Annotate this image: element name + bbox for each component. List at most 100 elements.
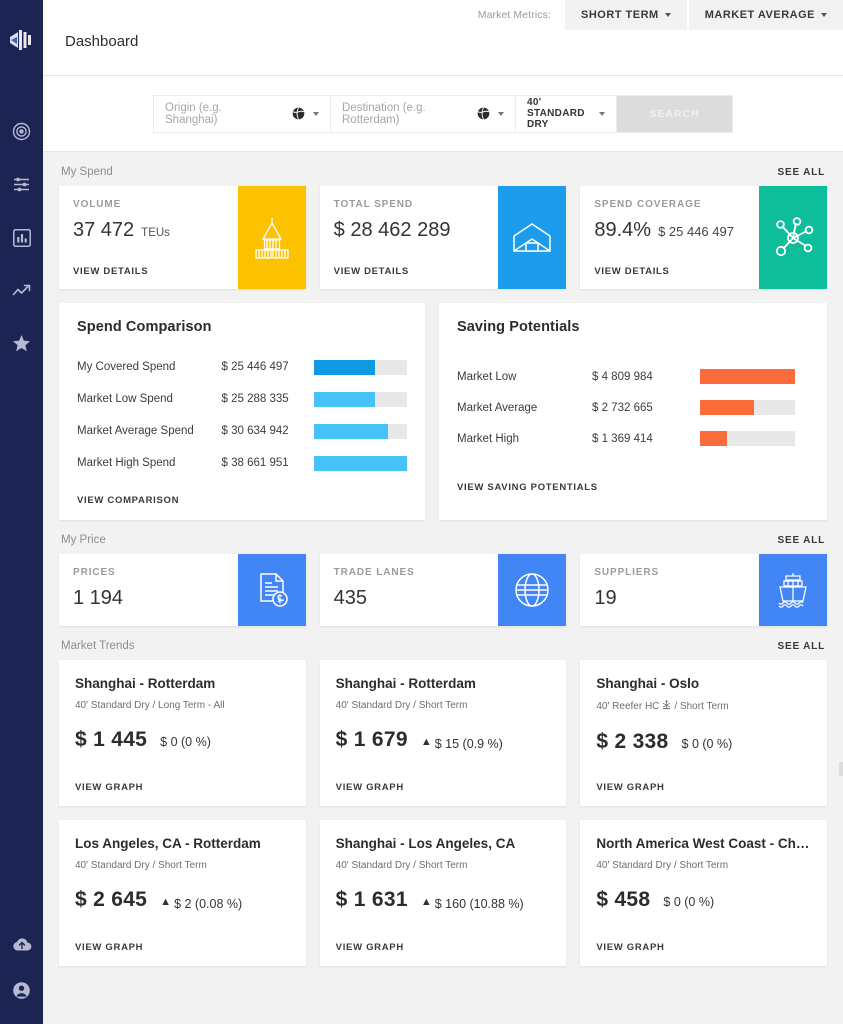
trend-meta-text-2: / Short Term — [674, 701, 729, 712]
market-metrics-label: Market Metrics: — [477, 9, 551, 21]
prices-card[interactable]: PRICES 1 194 — [59, 554, 306, 626]
trend-price: $ 2 645 — [75, 888, 148, 911]
trending-up-icon — [12, 283, 32, 299]
my-price-header: My Price SEE ALL — [59, 520, 827, 554]
origin-input[interactable]: Origin (e.g. Shanghai) — [154, 95, 331, 132]
volume-card[interactable]: VOLUME 37 472 TEUs VIEW DETAILS — [59, 186, 306, 289]
arrow-up-icon: ▲ — [420, 736, 432, 748]
market-trends-title: Market Trends — [61, 640, 135, 652]
saving-potentials-panel: Saving Potentials Market Low $ 4 809 984… — [439, 303, 827, 520]
view-details-link[interactable]: VIEW DETAILS — [334, 266, 499, 277]
my-price-see-all[interactable]: SEE ALL — [778, 535, 825, 546]
market-average-label: MARKET AVERAGE — [704, 9, 815, 21]
view-comparison-link[interactable]: VIEW COMPARISON — [77, 495, 407, 506]
trade-lanes-card[interactable]: TRADE LANES 435 — [319, 554, 567, 626]
table-row: Market Average $ 2 732 665 — [457, 392, 809, 423]
trend-card[interactable]: Shanghai - Los Angeles, CA 40' Standard … — [319, 820, 567, 966]
search-button[interactable]: SEARCH — [617, 95, 732, 132]
suppliers-card[interactable]: SUPPLIERS 19 — [580, 554, 828, 626]
sidebar-item-filters[interactable] — [0, 158, 43, 211]
chevron-down-icon — [821, 13, 827, 17]
table-row: Market Low $ 4 809 984 — [457, 361, 809, 392]
chevron-down-icon[interactable] — [313, 111, 319, 116]
destination-placeholder: Destination (e.g. Rotterdam) — [342, 101, 426, 126]
row-amount: $ 1 369 414 — [592, 432, 653, 445]
row-amount: $ 38 661 951 — [221, 457, 289, 469]
view-graph-link[interactable]: VIEW GRAPH — [336, 782, 551, 793]
row-bar-track — [314, 423, 407, 439]
panel-title: Saving Potentials — [457, 319, 580, 335]
card-label: TOTAL SPEND — [333, 199, 414, 210]
trend-delta-text: $ 15 (0.9 %) — [434, 736, 503, 751]
sidebar-item-favorites[interactable] — [0, 317, 43, 370]
scroll-indicator[interactable] — [839, 762, 843, 776]
star-icon — [12, 334, 31, 353]
trend-price: $ 2 338 — [596, 730, 669, 753]
trend-meta-text: 40' Standard Dry / Long Term - All — [75, 700, 225, 711]
target-icon — [12, 122, 31, 141]
trend-meta-text: 40' Standard Dry / Short Term — [596, 860, 729, 871]
market-trends-row-2: Los Angeles, CA - Rotterdam 40' Standard… — [59, 820, 828, 966]
row-amount: $ 25 288 335 — [221, 393, 289, 405]
card-label: TRADE LANES — [333, 567, 415, 578]
reefer-snowflake-icon — [662, 700, 671, 713]
view-graph-link[interactable]: VIEW GRAPH — [596, 942, 811, 953]
row-bar-fill — [700, 369, 795, 384]
sidebar-item-reports[interactable] — [0, 211, 43, 264]
trend-meta: 40' Standard Dry / Short Term — [75, 860, 290, 871]
chevron-down-icon[interactable] — [498, 111, 504, 116]
trend-card[interactable]: Shanghai - Rotterdam 40' Standard Dry / … — [319, 660, 567, 806]
dashboard-content: My Spend SEE ALL VOLUME 37 472 TEUs VIEW… — [43, 152, 843, 966]
row-amount: $ 2 732 665 — [592, 401, 653, 414]
short-term-dropdown[interactable]: SHORT TERM — [562, 0, 687, 30]
my-spend-see-all[interactable]: SEE ALL — [778, 167, 825, 178]
view-graph-link[interactable]: VIEW GRAPH — [75, 942, 290, 953]
card-value: 89.4% — [594, 219, 652, 241]
trend-card[interactable]: Shanghai - Oslo 40' Reefer HC / Short Te… — [580, 660, 828, 806]
view-saving-potentials-link[interactable]: VIEW SAVING POTENTIALS — [457, 482, 809, 493]
view-graph-link[interactable]: VIEW GRAPH — [596, 782, 811, 793]
spend-coverage-card[interactable]: SPEND COVERAGE 89.4% $ 25 446 497 VIEW D… — [580, 186, 828, 289]
market-average-dropdown[interactable]: MARKET AVERAGE — [686, 0, 843, 30]
trend-card[interactable]: Los Angeles, CA - Rotterdam 40' Standard… — [59, 820, 306, 966]
spend-comparison-panel: Spend Comparison My Covered Spend $ 25 4… — [59, 303, 425, 520]
row-bar-track — [700, 369, 795, 384]
trend-price: $ 458 — [596, 888, 651, 911]
trend-route: Shanghai - Oslo — [596, 676, 700, 691]
sidebar-item-account[interactable] — [0, 971, 43, 1024]
view-graph-link[interactable]: VIEW GRAPH — [336, 942, 551, 953]
chevron-down-icon — [664, 13, 671, 17]
sidebar-item-target[interactable] — [0, 105, 43, 158]
sliders-icon — [12, 175, 31, 194]
trend-route: Shanghai - Los Angeles, CA — [335, 836, 516, 851]
trend-price: $ 1 679 — [335, 728, 408, 751]
row-bar-fill — [700, 400, 755, 415]
app-root: Market Metrics: SHORT TERM MARKET AVERAG… — [0, 0, 843, 1024]
my-spend-title: My Spend — [61, 166, 113, 178]
container-type-select[interactable]: 40' STANDARD DRY — [516, 95, 617, 132]
card-value: 1 194 — [73, 587, 124, 609]
market-trends-see-all[interactable]: SEE ALL — [778, 641, 825, 652]
chevron-down-icon — [599, 111, 605, 116]
trend-card[interactable]: Shanghai - Rotterdam 40' Standard Dry / … — [59, 660, 306, 806]
card-value: $ 28 462 289 — [333, 219, 451, 241]
sidebar-item-trends[interactable] — [0, 264, 43, 317]
main-area: Market Metrics: SHORT TERM MARKET AVERAG… — [43, 0, 843, 1024]
fleet-logo-icon[interactable] — [0, 10, 43, 70]
trend-meta-text: 40' Standard Dry / Short Term — [335, 860, 468, 871]
arrow-up-icon: ▲ — [420, 896, 432, 908]
row-amount: $ 25 446 497 — [221, 361, 289, 373]
total-spend-card[interactable]: TOTAL SPEND $ 28 462 289 VIEW DETAILS — [319, 186, 567, 289]
trend-delta: $ 0 (0 %) — [663, 895, 714, 909]
view-details-link[interactable]: VIEW DETAILS — [594, 266, 759, 277]
row-bar-fill — [314, 391, 375, 407]
card-subvalue: $ 25 446 497 — [658, 224, 734, 239]
trend-meta: 40' Standard Dry / Short Term — [596, 860, 811, 871]
shipping-box-icon — [498, 186, 567, 289]
trend-card[interactable]: North America West Coast - China… 40' St… — [580, 820, 828, 966]
destination-input[interactable]: Destination (e.g. Rotterdam) — [331, 95, 516, 132]
view-graph-link[interactable]: VIEW GRAPH — [75, 782, 290, 793]
sidebar-item-upload[interactable] — [0, 918, 43, 971]
view-details-link[interactable]: VIEW DETAILS — [73, 266, 238, 277]
row-bar-track — [700, 431, 795, 446]
